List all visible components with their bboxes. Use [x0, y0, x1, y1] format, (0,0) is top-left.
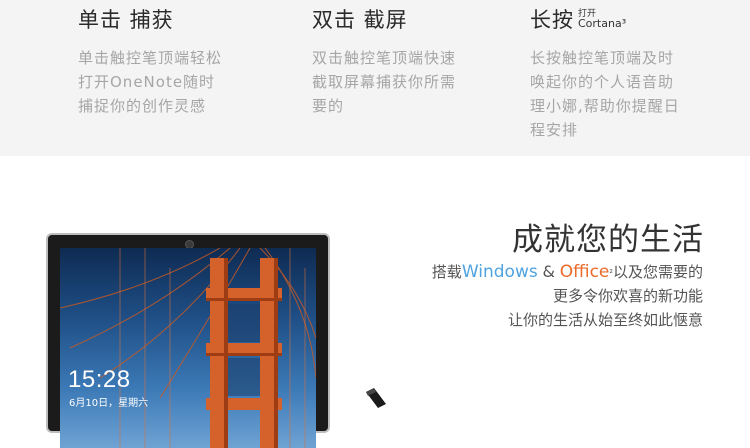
stylus-pen-icon	[366, 388, 386, 408]
feature-description: 单击触控笔顶端轻松打开OneNote随时捕捉你的创作灵感	[78, 49, 223, 115]
hero-title: 成就您的生活	[512, 222, 704, 258]
office-brand: Office	[559, 262, 610, 282]
hero-description: 搭载Windows & Office²以及您需要的 更多令你欢喜的新功能 让你的…	[432, 260, 703, 332]
feature-description: 双击触控笔顶端快速截取屏幕捕获你所需要的	[312, 49, 457, 115]
lock-screen-date: 6月10日，星期六	[69, 398, 149, 409]
lock-screen: 15:28 6月10日，星期六	[60, 248, 316, 448]
feature-double-click: 双击 截屏 双击触控笔顶端快速截取屏幕捕获你所需要的	[312, 6, 462, 118]
hero-line-2: 更多令你欢喜的新功能	[552, 287, 703, 305]
feature-title: 双击 截屏	[312, 8, 408, 32]
feature-description: 长按触控笔顶端及时唤起你的个人语音助理小娜,帮助你提醒日程安排	[530, 49, 680, 139]
bridge-image	[60, 248, 316, 448]
windows-brand: Windows	[461, 262, 538, 282]
hero-line-1: 搭载Windows & Office²以及您需要的	[431, 262, 703, 282]
feature-single-click: 单击 捕获 单击触控笔顶端轻松打开OneNote随时捕捉你的创作灵感	[78, 6, 228, 118]
cortana-note: 打开 Cortana³	[578, 9, 626, 29]
feature-long-press: 长按 打开 Cortana³ 长按触控笔顶端及时唤起你的个人语音助理小娜,帮助你提醒…	[530, 6, 680, 142]
feature-title: 长按 打开 Cortana³	[530, 8, 627, 32]
hero-line-3: 让你的生活从始至终如此惬意	[507, 311, 703, 329]
cortana-note-name: Cortana³	[578, 17, 627, 30]
surface-tablet: 15:28 6月10日，星期六	[46, 233, 330, 448]
feature-title: 单击 捕获	[78, 8, 174, 32]
lock-screen-time: 15:28	[68, 366, 131, 393]
